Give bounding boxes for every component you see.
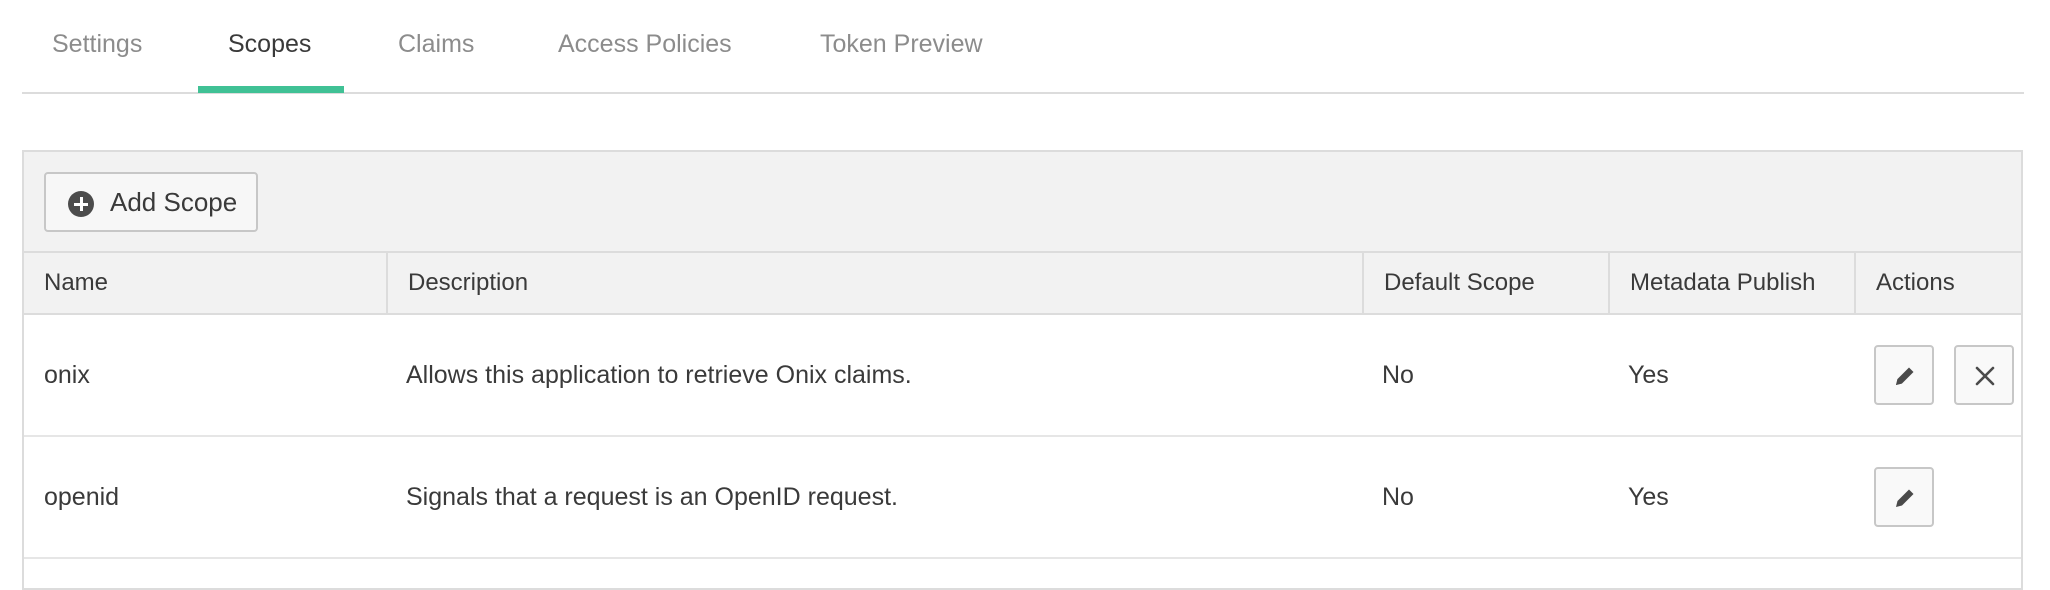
delete-scope-button[interactable]	[1954, 345, 2014, 405]
tab-settings[interactable]: Settings	[52, 0, 142, 94]
tab-token-preview[interactable]: Token Preview	[820, 0, 983, 94]
scope-metadata-publish: Yes	[1628, 483, 1669, 511]
scope-name: openid	[44, 483, 120, 511]
scopes-toolbar: Add Scope	[24, 152, 2021, 253]
column-header-default-scope[interactable]: Default Scope	[1362, 253, 1608, 313]
edit-scope-button[interactable]	[1874, 345, 1934, 405]
scope-metadata-publish: Yes	[1628, 361, 1669, 389]
edit-scope-button[interactable]	[1874, 467, 1934, 527]
scopes-panel: Add Scope Name Description Default Scope…	[22, 150, 2023, 590]
column-header-actions: Actions	[1854, 253, 2021, 313]
tab-scopes[interactable]: Scopes	[228, 0, 311, 94]
table-header: Name Description Default Scope Metadata …	[24, 253, 2021, 315]
scope-description: Signals that a request is an OpenID requ…	[406, 483, 898, 511]
scope-name: onix	[44, 361, 90, 389]
table-row: onix Allows this application to retrieve…	[24, 315, 2021, 437]
active-tab-indicator	[198, 86, 344, 93]
table-row: openid Signals that a request is an Open…	[24, 437, 2021, 559]
scope-default: No	[1382, 483, 1414, 511]
tab-access-policies[interactable]: Access Policies	[558, 0, 732, 94]
close-icon	[1975, 366, 1995, 386]
column-header-name[interactable]: Name	[24, 253, 386, 313]
scope-description: Allows this application to retrieve Onix…	[406, 361, 912, 389]
pencil-icon	[1896, 367, 1914, 385]
column-header-description[interactable]: Description	[386, 253, 1362, 313]
add-scope-button[interactable]: Add Scope	[44, 172, 258, 232]
tab-bar: Settings Scopes Claims Access Policies T…	[22, 0, 2024, 94]
tab-claims[interactable]: Claims	[398, 0, 474, 94]
column-header-metadata-publish[interactable]: Metadata Publish	[1608, 253, 1854, 313]
plus-circle-icon	[68, 191, 94, 217]
scope-default: No	[1382, 361, 1414, 389]
pencil-icon	[1896, 489, 1914, 507]
add-scope-label: Add Scope	[110, 187, 238, 217]
